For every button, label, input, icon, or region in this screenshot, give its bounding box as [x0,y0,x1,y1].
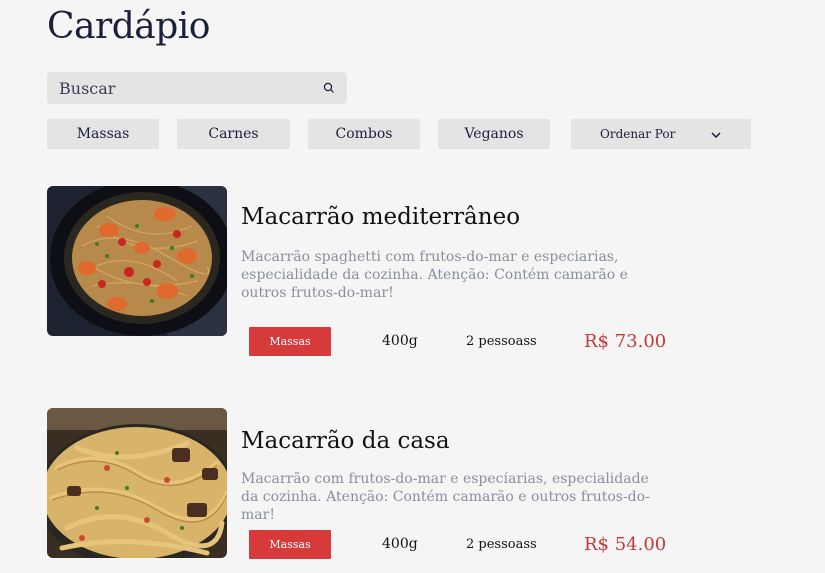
filter-combos-button[interactable]: Combos [308,119,420,149]
dish-description: Macarrão com frutos-do-mar e especíarias… [241,471,650,523]
search-bar[interactable] [47,72,347,104]
dish-serves: 2 pessoass [466,536,537,552]
sort-label: Ordenar Por [600,127,676,141]
search-input[interactable] [59,78,323,98]
dish-card[interactable]: Macarrão da casa Macarrão com frutos-do-… [47,408,697,559]
dish-image-spaghetti-seafood [47,186,227,336]
dish-price: R$ 73.00 [584,330,667,352]
chevron-down-icon [711,127,721,141]
page-title: Cardápio [47,6,210,47]
filter-veganos-button[interactable]: Veganos [438,119,550,149]
dish-weight: 400g [382,536,418,552]
sort-dropdown[interactable]: Ordenar Por [571,119,751,149]
dish-name: Macarrão mediterrâneo [241,204,521,230]
category-filters: Massas Carnes Combos Veganos Ordenar Por [47,119,751,149]
dish-meta: Massas 400g 2 pessoass R$ 73.00 [249,326,666,356]
dish-name: Macarrão da casa [241,428,450,454]
category-tag-button[interactable]: Massas [249,529,331,559]
dish-price: R$ 54.00 [584,533,667,555]
dish-meta: Massas 400g 2 pessoass R$ 54.00 [249,529,666,559]
dish-description: Macarrão spaghetti com frutos-do-mar e e… [241,249,628,301]
category-tag-button[interactable]: Massas [249,326,331,356]
filter-massas-button[interactable]: Massas [47,119,159,149]
search-icon[interactable] [323,82,335,94]
dish-serves: 2 pessoass [466,333,537,349]
dish-weight: 400g [382,333,418,349]
dish-image-fettuccine [47,408,227,558]
filter-carnes-button[interactable]: Carnes [177,119,290,149]
dish-card[interactable]: Macarrão mediterrâneo Macarrão spaghetti… [47,186,697,356]
